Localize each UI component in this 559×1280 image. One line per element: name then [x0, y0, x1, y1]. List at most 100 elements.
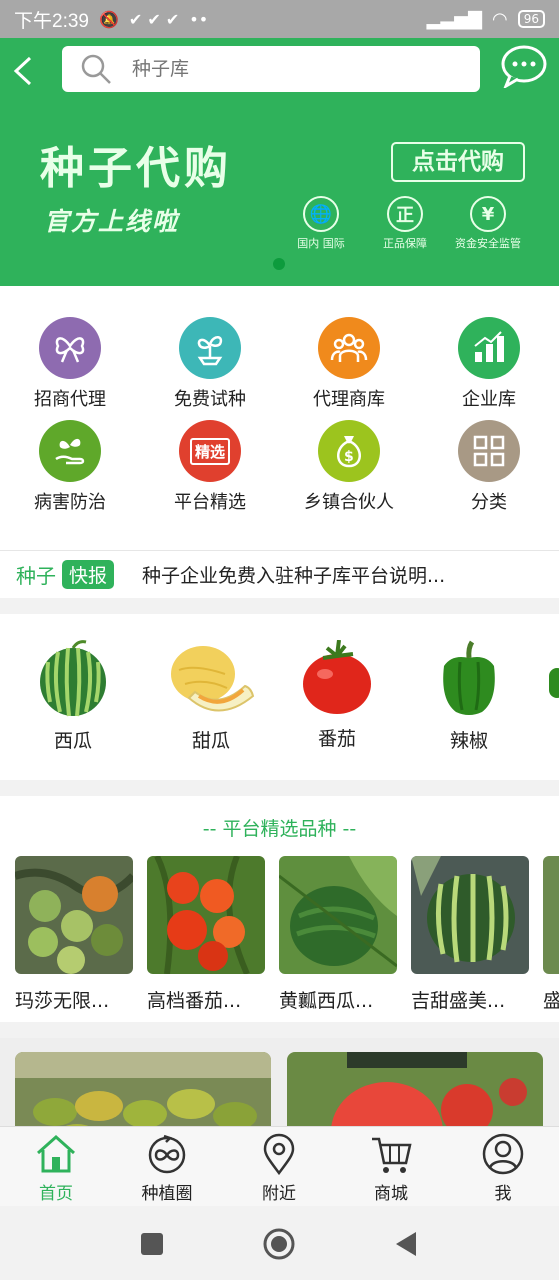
melon-image	[171, 646, 255, 712]
pick-image-watermelon-field	[279, 856, 397, 974]
location-pin-icon	[263, 1133, 295, 1175]
bottom-tab-bar: 首页 种植圈 附近 商城 我	[0, 1126, 559, 1206]
tab-home[interactable]: 首页	[11, 1133, 101, 1204]
mute-icon: 🔕	[98, 9, 119, 29]
grid-label: 平台精选	[174, 492, 246, 513]
tab-label: 首页	[39, 1184, 73, 1204]
crop-label: 甜瓜	[191, 730, 230, 752]
category-grid-icon	[458, 420, 520, 482]
recents-icon[interactable]	[140, 1232, 164, 1256]
chat-icon[interactable]	[500, 44, 548, 88]
plant-hand-icon	[39, 420, 101, 482]
user-icon	[482, 1133, 524, 1175]
crop-melon[interactable]: 甜瓜	[161, 640, 261, 753]
back-icon[interactable]	[10, 54, 38, 88]
grid-item-enterprise-library[interactable]: 企业库	[429, 317, 549, 411]
infinity-circle-icon	[148, 1134, 186, 1174]
sprout-icon	[179, 317, 241, 379]
check-icon: ✔ ✔ ✔	[128, 9, 180, 29]
bow-icon	[39, 317, 101, 379]
function-grid: 招商代理 免费试种 代理商库 企业库 病害防治 精选 平台精选 $ 乡镇合伙人	[0, 286, 559, 550]
grid-item-disease-control[interactable]: 病害防治	[10, 420, 130, 514]
grid-item-agency[interactable]: 招商代理	[10, 317, 130, 411]
news-label-seed: 种子	[16, 564, 56, 588]
tab-label: 种植圈	[141, 1184, 193, 1204]
tab-me[interactable]: 我	[458, 1133, 548, 1204]
grid-label: 乡镇合伙人	[304, 492, 394, 513]
news-label-flash: 快报	[62, 560, 115, 589]
product-card-mango[interactable]	[15, 1052, 271, 1126]
crop-pepper[interactable]: 辣椒	[419, 640, 519, 753]
product-card-tomato[interactable]	[287, 1052, 543, 1126]
status-bar: 下午2:39 🔕 ✔ ✔ ✔ •• ▂▃▅▇ ◠ 96	[0, 0, 559, 38]
crop-label: 西瓜	[53, 730, 92, 752]
pepper-image	[443, 640, 495, 715]
badge-genuine: 正 正品保障	[360, 196, 450, 251]
tab-label: 我	[494, 1184, 512, 1204]
crop-next-partial[interactable]	[549, 668, 559, 698]
wifi-icon: ◠	[492, 8, 508, 30]
home-icon	[37, 1134, 75, 1173]
pick-label: 盛	[543, 990, 559, 1012]
grid-item-agent-library[interactable]: 代理商库	[289, 317, 409, 411]
grid-label: 免费试种	[174, 389, 246, 410]
pick-label: 黄瓤西瓜...	[279, 990, 374, 1012]
tab-nearby[interactable]: 附近	[234, 1133, 324, 1204]
pick-item[interactable]: 玛莎无限...	[15, 856, 133, 1013]
money-bag-icon: $	[318, 420, 380, 482]
pick-item[interactable]: 盛	[543, 856, 559, 1013]
selected-tag-icon: 精选	[179, 420, 241, 482]
globe-icon: 🌐	[303, 196, 339, 232]
bar-chart-icon	[458, 317, 520, 379]
tab-mall[interactable]: 商城	[346, 1133, 436, 1204]
signal-icon: ▂▃▅▇	[426, 8, 482, 30]
crop-watermelon[interactable]: 西瓜	[23, 640, 123, 753]
banner-subtitle: 官方上线啦	[44, 207, 180, 236]
grid-label: 企业库	[462, 389, 516, 410]
tab-label: 商城	[374, 1184, 408, 1204]
crop-category-row: 西瓜 甜瓜 番茄 辣椒	[0, 614, 559, 780]
tab-planting-circle[interactable]: 种植圈	[122, 1133, 212, 1204]
yuan-shield-icon: ¥	[470, 196, 506, 232]
genuine-icon: 正	[387, 196, 423, 232]
pick-item[interactable]: 黄瓤西瓜...	[279, 856, 397, 1013]
search-bar[interactable]	[62, 46, 480, 92]
pick-item[interactable]: 高档番茄...	[147, 856, 265, 1013]
crop-label: 番茄	[317, 728, 356, 750]
grid-label: 病害防治	[34, 492, 106, 513]
grid-label: 招商代理	[34, 389, 106, 410]
more-dots-icon: ••	[189, 9, 209, 29]
grid-item-free-trial[interactable]: 免费试种	[150, 317, 270, 411]
selected-tag-text: 精选	[189, 437, 230, 465]
crop-label: 辣椒	[449, 730, 488, 752]
badge-domestic-international: 🌐 国内 国际	[276, 196, 366, 251]
platform-picks-section: -- 平台精选品种 -- 玛莎无限... 高档番茄... 黄瓤西瓜... 吉甜盛…	[0, 796, 559, 1022]
picks-title: -- 平台精选品种 --	[202, 818, 357, 840]
battery-level: 96	[523, 12, 539, 26]
news-ticker[interactable]: 种子 快报 种子企业免费入驻种子库平台说明...	[0, 550, 559, 598]
pick-item[interactable]: 吉甜盛美...	[411, 856, 529, 1013]
badge-label: 正品保障	[383, 237, 427, 250]
grid-item-town-partner[interactable]: $ 乡镇合伙人	[289, 420, 409, 514]
grid-item-category[interactable]: 分类	[429, 420, 549, 514]
back-button-icon[interactable]	[394, 1230, 418, 1258]
cart-icon	[372, 1137, 412, 1173]
grid-item-platform-selection[interactable]: 精选 平台精选	[150, 420, 270, 514]
battery-icon: 96	[517, 10, 545, 28]
search-icon	[81, 54, 111, 84]
system-nav-bar	[0, 1206, 559, 1280]
badge-label: 资金安全监管	[455, 237, 521, 250]
grid-label: 代理商库	[313, 389, 385, 410]
pick-image-tomato-red	[147, 856, 265, 974]
news-text[interactable]: 种子企业免费入驻种子库平台说明...	[142, 561, 445, 588]
tomato-image	[303, 640, 371, 714]
pick-image-tomato-green	[15, 856, 133, 974]
banner-buy-button[interactable]: 点击代购	[391, 142, 525, 182]
status-time: 下午2:39	[14, 10, 89, 32]
grid-label: 分类	[471, 492, 507, 513]
pick-image-watermelon-striped	[411, 856, 529, 974]
watermelon-image	[40, 640, 106, 717]
home-button-icon[interactable]	[263, 1228, 295, 1260]
crop-tomato[interactable]: 番茄	[287, 640, 387, 751]
search-input[interactable]	[132, 58, 432, 80]
